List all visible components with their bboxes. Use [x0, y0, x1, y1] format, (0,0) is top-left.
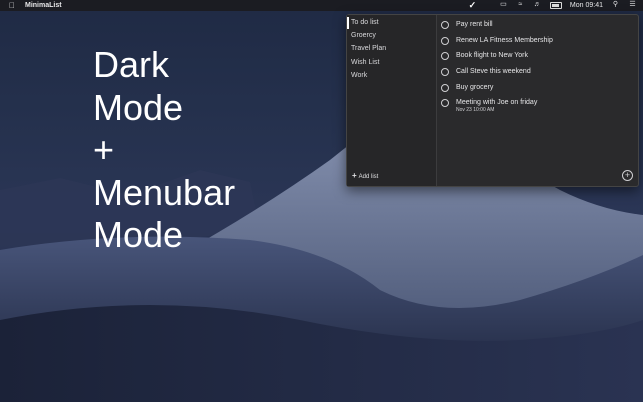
task-due-date: Nov 23 10:00 AM — [456, 107, 495, 113]
task-checkbox[interactable] — [441, 99, 449, 107]
lists-sidebar: To do list Groercy Travel Plan Wish List… — [347, 15, 437, 186]
add-task-button[interactable]: + — [622, 170, 633, 181]
menu-bar:  MinimaList ✓ ▭ ≈ ♬ Mon 09:41 ⚲ ☰ — [0, 0, 643, 11]
battery-icon[interactable] — [549, 1, 562, 9]
task-title[interactable]: Pay rent bill — [456, 19, 493, 30]
task-list: Pay rent bill Renew LA Fitness Membershi… — [437, 15, 638, 186]
sidebar-item-groercy[interactable]: Groercy — [351, 30, 376, 42]
minimalist-popover: To do list Groercy Travel Plan Wish List… — [346, 14, 639, 187]
headline-line: Menubar — [93, 171, 236, 213]
task-checkbox[interactable] — [441, 68, 449, 76]
headline-line: Mode — [93, 214, 184, 255]
headline-line: Mode — [93, 86, 184, 128]
airplay-icon[interactable]: ▭ — [499, 1, 508, 9]
search-icon[interactable]: ⚲ — [611, 1, 620, 9]
headline-line: Dark — [93, 44, 170, 85]
task-title[interactable]: Renew LA Fitness Membership — [456, 35, 553, 46]
add-list-label: Add list — [358, 174, 379, 180]
add-list-button[interactable]: + Add list — [352, 171, 378, 180]
notification-center-icon[interactable]: ☰ — [628, 1, 637, 9]
checkmark-icon[interactable]: ✓ — [468, 1, 477, 10]
task-checkbox[interactable] — [441, 21, 449, 29]
apple-icon[interactable]:  — [9, 1, 15, 10]
task-checkbox[interactable] — [441, 52, 449, 60]
sidebar-item-wish-list[interactable]: Wish List — [351, 57, 379, 69]
sidebar-item-travel-plan[interactable]: Travel Plan — [351, 43, 386, 55]
sidebar-item-work[interactable]: Work — [351, 70, 367, 82]
task-title[interactable]: Buy grocery — [456, 82, 493, 93]
menu-bar-status-area: ✓ ▭ ≈ ♬ Mon 09:41 ⚲ ☰ — [468, 1, 637, 10]
task-checkbox[interactable] — [441, 37, 449, 45]
promo-headline: Dark Mode + Menubar Mode — [93, 44, 235, 257]
app-menu-name[interactable]: MinimaList — [25, 2, 62, 9]
task-title[interactable]: Book flight to New York — [456, 50, 528, 61]
headline-line: + — [93, 129, 115, 170]
task-checkbox[interactable] — [441, 84, 449, 92]
menu-bar-clock[interactable]: Mon 09:41 — [570, 2, 603, 9]
volume-icon[interactable]: ♬ — [533, 1, 542, 9]
task-title[interactable]: Call Steve this weekend — [456, 66, 531, 77]
plus-icon: + — [352, 171, 357, 180]
wifi-icon[interactable]: ≈ — [516, 1, 525, 9]
sidebar-item-to-do-list[interactable]: To do list — [347, 17, 379, 29]
